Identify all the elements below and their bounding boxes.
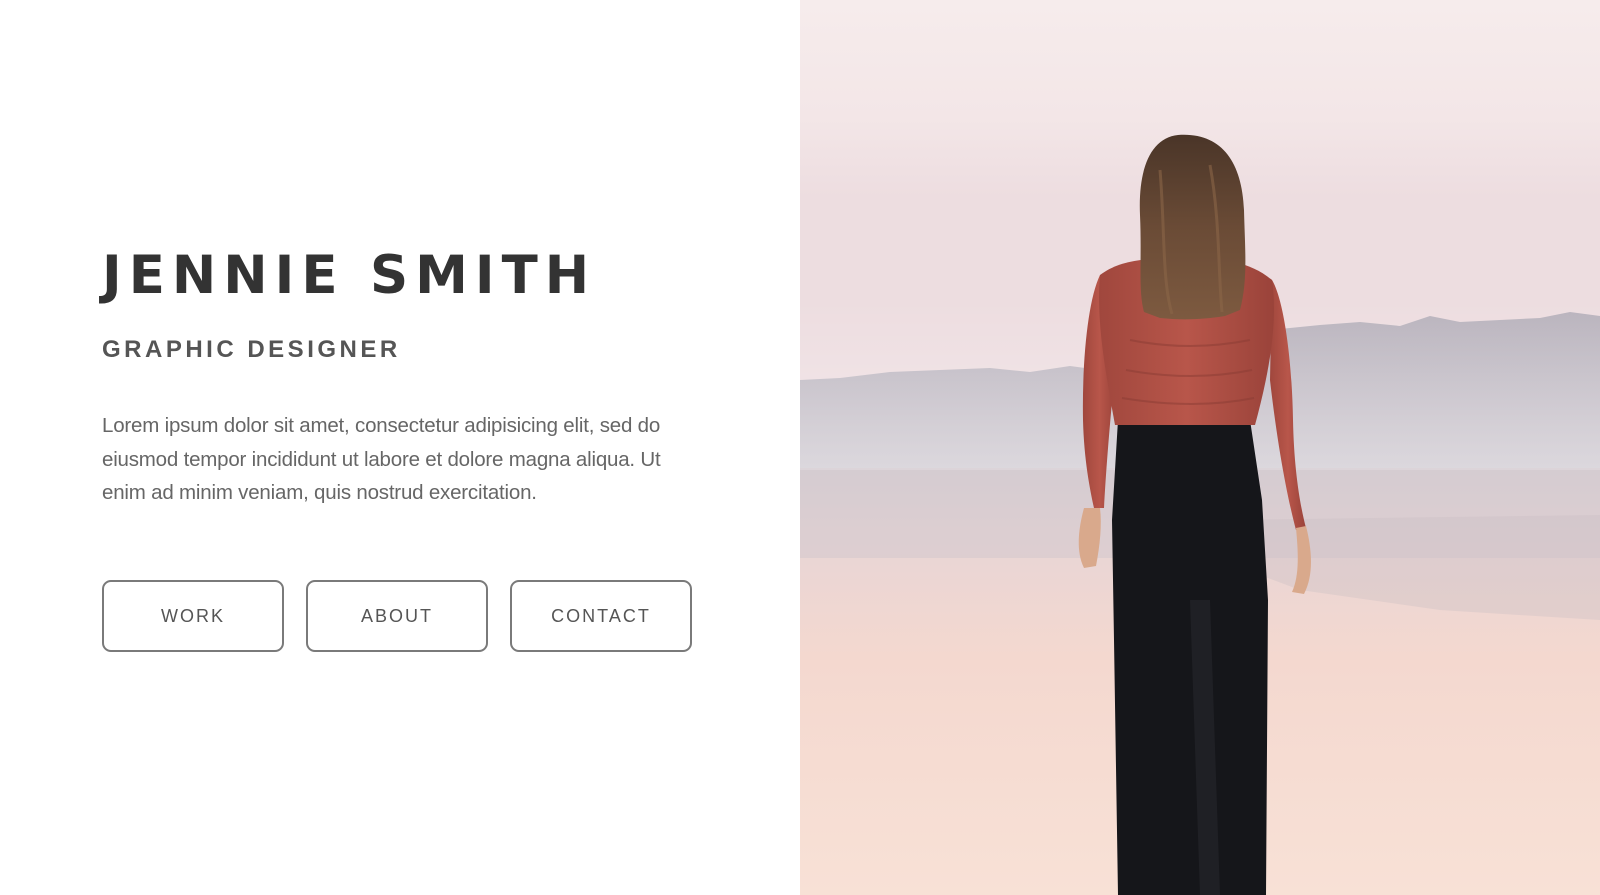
hero-photo [800,0,1600,895]
work-button[interactable]: WORK [102,580,284,652]
contact-button[interactable]: CONTACT [510,580,692,652]
woman-at-lake-photo [800,0,1600,895]
bio-text: Lorem ipsum dolor sit amet, consectetur … [102,414,661,504]
page-title: JENNIE SMITH [102,245,597,306]
job-title: GRAPHIC DESIGNER [102,336,401,363]
portfolio-page: JENNIE SMITH GRAPHIC DESIGNER Lorem ipsu… [0,0,1600,895]
about-button[interactable]: ABOUT [306,580,488,652]
intro-panel: JENNIE SMITH GRAPHIC DESIGNER Lorem ipsu… [0,0,800,895]
